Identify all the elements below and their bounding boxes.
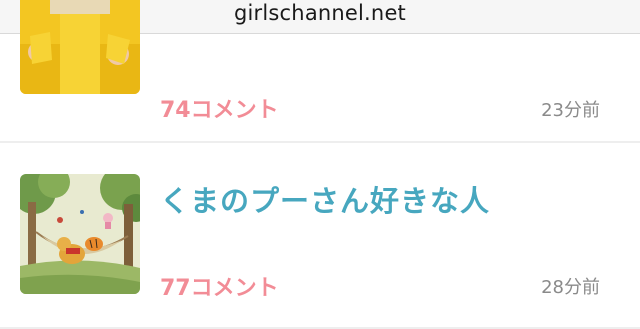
post-time: 28分前 — [541, 277, 600, 298]
post-time: 23分前 — [541, 100, 600, 121]
topic-thumbnail[interactable] — [20, 174, 140, 294]
list-item[interactable]: 74コメント 23分前 — [0, 0, 640, 143]
yellow-suit-person-image — [20, 0, 140, 94]
comment-count: 74コメント — [160, 98, 279, 123]
comment-count: 77コメント — [160, 276, 279, 301]
list-item[interactable]: くまのプーさん好きな人 77コメント 28分前 — [0, 142, 640, 329]
winnie-the-pooh-hammock-illustration — [20, 174, 140, 294]
topic-title[interactable]: くまのプーさん好きな人 — [160, 178, 490, 220]
topic-thumbnail[interactable] — [20, 0, 140, 94]
